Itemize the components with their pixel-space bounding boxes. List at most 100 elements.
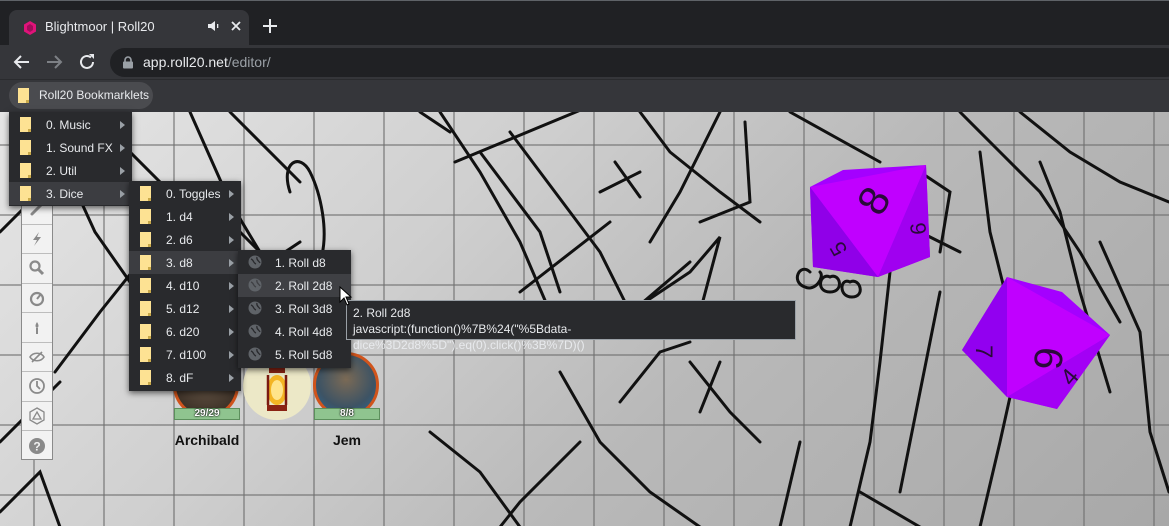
tool-lightning[interactable] xyxy=(22,225,52,254)
menu-item-label: 2. Roll 2d8 xyxy=(275,279,333,293)
menu-item-d100[interactable]: 7. d100 xyxy=(129,343,241,366)
menu-item-util[interactable]: 2. Util xyxy=(9,159,132,182)
chevron-right-icon xyxy=(120,167,125,175)
d8-die: 8 5 6 xyxy=(810,165,930,277)
tooltip-title: 2. Roll 2d8 xyxy=(353,306,411,320)
folder-icon xyxy=(140,232,151,247)
chevron-right-icon xyxy=(229,374,234,382)
die-face: 7 xyxy=(970,345,997,358)
token-name: Archibald xyxy=(174,432,240,448)
menu-item-label: 1. Roll d8 xyxy=(275,256,326,270)
chevron-right-icon xyxy=(229,259,234,267)
browser-window: Blightmoor | Roll20 app.roll20.net/edito… xyxy=(0,0,1169,526)
menu-item-music[interactable]: 0. Music xyxy=(9,113,132,136)
chevron-right-icon xyxy=(120,190,125,198)
lightning-icon xyxy=(33,231,41,246)
tool-fog[interactable] xyxy=(22,343,52,372)
menu-item-label: 4. Roll 4d8 xyxy=(275,325,333,339)
tool-clock[interactable] xyxy=(22,372,52,402)
folder-icon xyxy=(140,209,151,224)
folder-icon xyxy=(140,301,151,316)
arrow-right-icon[interactable] xyxy=(43,51,65,73)
folder-icon xyxy=(140,347,151,362)
menu-item-d10[interactable]: 4. d10 xyxy=(129,274,241,297)
menu-item-sound-fx[interactable]: 1. Sound FX xyxy=(9,136,132,159)
arrow-left-icon[interactable] xyxy=(11,51,33,73)
help-icon: ? xyxy=(29,437,45,454)
tool-help[interactable]: ? xyxy=(22,431,52,461)
menu-item-toggles[interactable]: 0. Toggles xyxy=(129,182,241,205)
mouse-cursor-icon xyxy=(339,286,353,306)
plus-icon[interactable] xyxy=(261,17,279,35)
tool-dice[interactable] xyxy=(22,402,52,431)
tab-blightmoor[interactable]: Blightmoor | Roll20 xyxy=(9,10,249,45)
menu-item-label: 6. d20 xyxy=(166,325,200,339)
clock-icon xyxy=(29,378,45,395)
menu-item-roll-3d8[interactable]: 3. Roll 3d8 xyxy=(238,297,351,320)
speaker-icon[interactable] xyxy=(206,18,222,34)
folder-icon xyxy=(20,140,31,155)
menu-item-label: 2. d6 xyxy=(166,233,193,247)
folder-icon xyxy=(140,370,151,385)
menu-item-label: 2. Util xyxy=(46,164,77,178)
folder-icon xyxy=(140,278,151,293)
globe-icon xyxy=(248,255,262,269)
bookmark-menu-root: 0. Music 1. Sound FX 2. Util 3. Dice xyxy=(9,112,132,206)
menu-item-label: 4. d10 xyxy=(166,279,200,293)
tool-timer[interactable] xyxy=(22,284,52,313)
menu-item-df[interactable]: 8. dF xyxy=(129,366,241,389)
menu-item-label: 7. d100 xyxy=(166,348,207,362)
bookmark-tooltip: 2. Roll 2d8 javascript:(function()%7B%24… xyxy=(346,300,796,352)
roll20-icon xyxy=(24,21,36,35)
reload-icon[interactable] xyxy=(76,51,98,73)
menu-item-d8[interactable]: 3. d8 xyxy=(129,251,241,274)
menu-item-d12[interactable]: 5. d12 xyxy=(129,297,241,320)
timer-icon xyxy=(29,291,45,306)
browser-toolbar: app.roll20.net/editor/ xyxy=(0,45,1169,79)
folder-icon xyxy=(18,88,29,103)
dice-icon xyxy=(29,407,45,425)
chevron-right-icon xyxy=(229,305,234,313)
bookmark-menu-dice: 0. Toggles 1. d4 2. d6 3. d8 4. d10 5. d… xyxy=(129,181,241,391)
tab-strip: Blightmoor | Roll20 xyxy=(0,2,1169,45)
tooltip-url: javascript:(function()%7B%24("%5Bdata-di… xyxy=(353,322,585,352)
menu-item-roll-2d8[interactable]: 2. Roll 2d8 xyxy=(238,274,351,297)
menu-item-label: 0. Toggles xyxy=(166,187,221,201)
tool-zoom[interactable] xyxy=(22,254,52,284)
tool-torch[interactable] xyxy=(22,313,52,343)
menu-item-roll-d8[interactable]: 1. Roll d8 xyxy=(238,251,351,274)
bookmarks-bar: Roll20 Bookmarklets xyxy=(0,79,1169,112)
torch-icon xyxy=(35,322,39,335)
menu-item-d4[interactable]: 1. d4 xyxy=(129,205,241,228)
fog-icon xyxy=(29,351,45,363)
menu-item-d20[interactable]: 6. d20 xyxy=(129,320,241,343)
chevron-right-icon xyxy=(229,213,234,221)
bookmark-folder-roll20-bookmarklets[interactable]: Roll20 Bookmarklets xyxy=(9,82,153,109)
menu-item-roll-4d8[interactable]: 4. Roll 4d8 xyxy=(238,320,351,343)
chevron-right-icon xyxy=(229,236,234,244)
chevron-right-icon xyxy=(229,282,234,290)
folder-icon xyxy=(140,186,151,201)
svg-text:?: ? xyxy=(33,439,40,453)
lantern-icon xyxy=(266,360,288,411)
menu-item-dice[interactable]: 3. Dice xyxy=(9,182,132,205)
menu-item-label: 3. Roll 3d8 xyxy=(275,302,333,316)
folder-icon xyxy=(20,163,31,178)
globe-icon xyxy=(248,324,262,338)
globe-icon xyxy=(248,347,262,361)
globe-icon xyxy=(248,301,262,315)
chevron-right-icon xyxy=(229,190,234,198)
folder-icon xyxy=(140,255,151,270)
menu-item-roll-5d8[interactable]: 5. Roll 5d8 xyxy=(238,343,351,366)
lock-icon xyxy=(123,56,133,69)
folder-icon xyxy=(20,186,31,201)
die-face: 6 xyxy=(905,221,930,235)
chevron-right-icon xyxy=(120,144,125,152)
chevron-right-icon xyxy=(120,121,125,129)
token-hp-bar: 8/8 xyxy=(314,408,380,420)
close-icon[interactable] xyxy=(228,18,244,34)
token-name: Jem xyxy=(332,432,362,448)
folder-icon xyxy=(140,324,151,339)
menu-item-d6[interactable]: 2. d6 xyxy=(129,228,241,251)
address-bar[interactable]: app.roll20.net/editor/ xyxy=(110,48,1169,77)
